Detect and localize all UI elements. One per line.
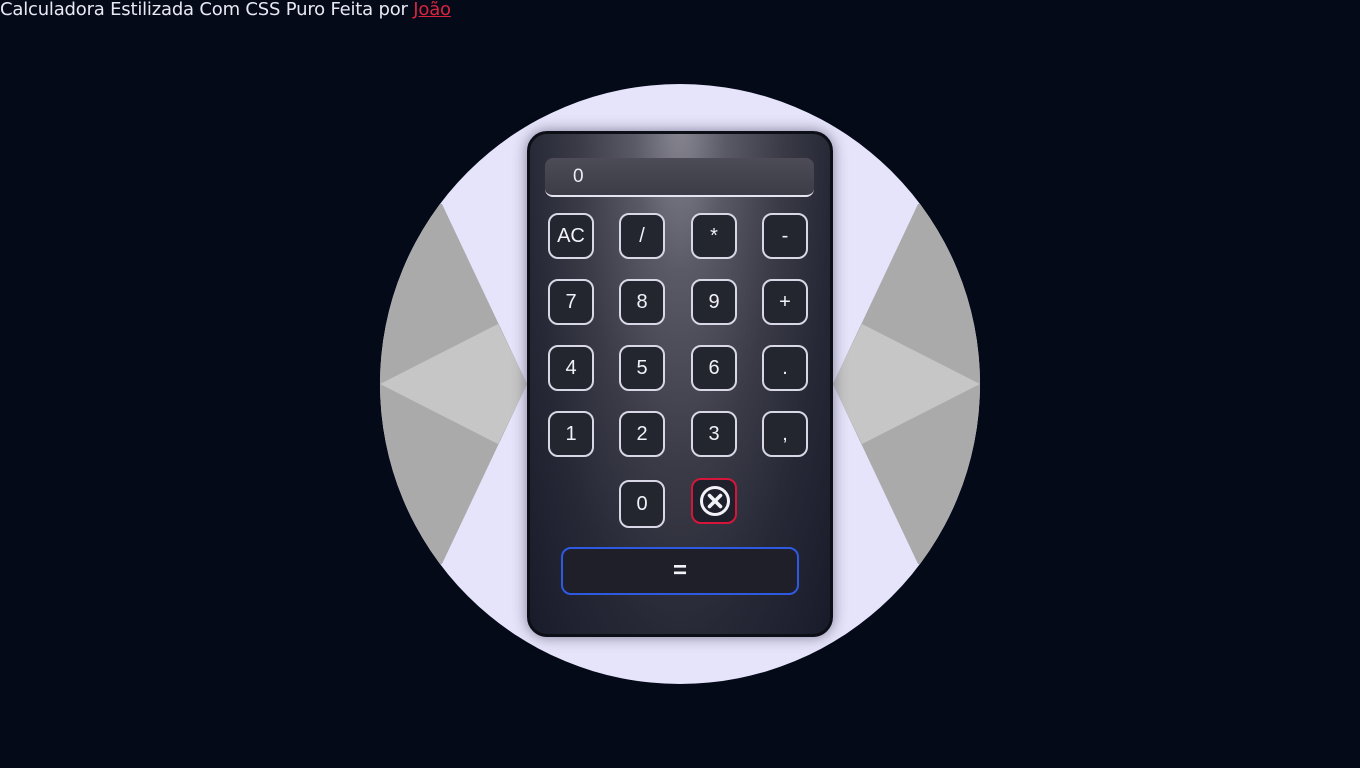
key-6[interactable]: 6 [691, 345, 737, 391]
key-add[interactable]: + [762, 279, 808, 325]
equals-button[interactable]: = [561, 547, 799, 595]
calculator-display[interactable]: 0 [545, 158, 814, 197]
key-divide[interactable]: / [619, 213, 665, 259]
key-1[interactable]: 1 [548, 411, 594, 457]
key-dot[interactable]: . [762, 345, 808, 391]
key-5[interactable]: 5 [619, 345, 665, 391]
header-text: Calculadora Estilizada Com CSS Puro Feit… [0, 0, 414, 20]
page-header: Calculadora Estilizada Com CSS Puro Feit… [0, 0, 451, 22]
author-link[interactable]: João [413, 0, 451, 20]
close-circle-icon [700, 486, 730, 516]
key-4[interactable]: 4 [548, 345, 594, 391]
key-9[interactable]: 9 [691, 279, 737, 325]
key-multiply[interactable]: * [691, 213, 737, 259]
key-8[interactable]: 8 [619, 279, 665, 325]
calculator-stage: 0 AC / * - 7 8 9 + 4 5 6 . 1 2 3 , 0 = [380, 84, 980, 684]
delete-button[interactable] [691, 478, 737, 524]
key-comma[interactable]: , [762, 411, 808, 457]
key-7[interactable]: 7 [548, 279, 594, 325]
key-3[interactable]: 3 [691, 411, 737, 457]
key-0[interactable]: 0 [619, 480, 665, 528]
key-2[interactable]: 2 [619, 411, 665, 457]
key-clear[interactable]: AC [548, 213, 594, 259]
calculator: 0 AC / * - 7 8 9 + 4 5 6 . 1 2 3 , 0 = [527, 131, 833, 637]
key-subtract[interactable]: - [762, 213, 808, 259]
